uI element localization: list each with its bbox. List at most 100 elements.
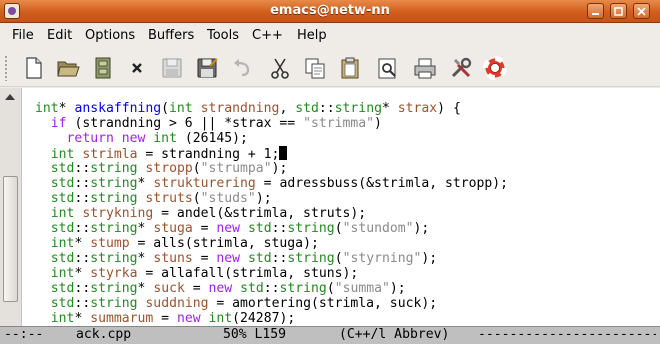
mode-line: --:-- ack.cpp 50% L159 (C++/l Abbrev) --… bbox=[0, 326, 660, 344]
code-token: * bbox=[137, 251, 154, 266]
undo-icon[interactable] bbox=[230, 56, 254, 80]
code-line[interactable]: std::string* suck = new std::string("sum… bbox=[35, 281, 508, 296]
code-token: ( bbox=[192, 161, 201, 176]
menu-options[interactable]: Options bbox=[85, 28, 135, 43]
menu-cpp[interactable]: C++ bbox=[252, 28, 283, 43]
code-token: suddning bbox=[145, 296, 209, 311]
code-token: ( bbox=[161, 101, 170, 116]
code-token: new bbox=[216, 251, 241, 266]
code-token: int bbox=[50, 147, 75, 162]
minimize-button[interactable] bbox=[587, 3, 604, 19]
code-token: std bbox=[50, 296, 75, 311]
code-token: * bbox=[74, 236, 91, 251]
new-file-icon[interactable] bbox=[22, 56, 46, 80]
menu-help[interactable]: Help bbox=[297, 28, 327, 43]
code-token: :: bbox=[318, 101, 335, 116]
editor-area[interactable]: int* anskaffning(int strandning, std::st… bbox=[0, 88, 660, 326]
save-icon[interactable] bbox=[160, 56, 184, 80]
code-token: string bbox=[334, 101, 382, 116]
search-icon[interactable] bbox=[376, 56, 400, 80]
menu-bar: File Edit Options Buffers Tools C++ Help bbox=[0, 24, 660, 48]
code-token: std bbox=[50, 176, 75, 191]
code-token: ( bbox=[326, 281, 335, 296]
scroll-up-arrow-icon[interactable] bbox=[5, 94, 15, 100]
print-icon[interactable] bbox=[413, 56, 437, 80]
emacs-window: emacs@netw-nn File Edit Options Buffers … bbox=[0, 0, 660, 362]
code-line[interactable]: int* anskaffning(int strandning, std::st… bbox=[35, 101, 508, 116]
code-token: = bbox=[192, 221, 217, 236]
menu-tools[interactable]: Tools bbox=[207, 28, 239, 43]
preferences-icon[interactable] bbox=[449, 56, 473, 80]
code-token: :: bbox=[263, 281, 280, 296]
code-token: :: bbox=[74, 161, 91, 176]
modeline-fill: ----------------------------------------… bbox=[478, 327, 656, 342]
code-line[interactable]: int strykning = andel(&strimla, struts); bbox=[35, 206, 508, 221]
code-token: string bbox=[90, 161, 138, 176]
toolbar-grip[interactable] bbox=[4, 55, 8, 81]
code-line[interactable]: int* styrka = allafall(strimla, stuns); bbox=[35, 266, 508, 281]
code-token: = strandning + 1; bbox=[137, 147, 280, 162]
modeline-buffer[interactable]: ack.cpp bbox=[76, 327, 131, 343]
code-token: strukturering bbox=[153, 176, 256, 191]
code-token: :: bbox=[271, 221, 288, 236]
menu-buffers[interactable]: Buffers bbox=[148, 28, 194, 43]
code-line[interactable]: std::string struts("studs"); bbox=[35, 191, 508, 206]
code-token: (24287); bbox=[232, 311, 296, 326]
menu-file[interactable]: File bbox=[12, 28, 34, 43]
code-token: = amortering(strimla, suck); bbox=[208, 296, 438, 311]
code-token: :: bbox=[74, 191, 91, 206]
code-token: ); bbox=[389, 281, 406, 296]
code-token: :: bbox=[74, 221, 91, 236]
code-token: stuga bbox=[153, 221, 193, 236]
close-window-button[interactable] bbox=[633, 3, 650, 19]
close-buffer-icon[interactable] bbox=[125, 56, 149, 80]
code-token: std bbox=[295, 101, 319, 116]
code-token: int bbox=[169, 101, 193, 116]
code-token: new bbox=[208, 281, 233, 296]
code-line[interactable]: std::string suddning = amortering(striml… bbox=[35, 296, 508, 311]
code-token: * bbox=[137, 281, 154, 296]
code-token: string bbox=[90, 191, 138, 206]
code-token: "summa" bbox=[334, 281, 390, 296]
code-token: "studs" bbox=[200, 191, 256, 206]
code-line[interactable]: std::string* strukturering = adressbuss(… bbox=[35, 176, 508, 191]
cabinet-icon[interactable] bbox=[91, 56, 115, 80]
code-token: string bbox=[90, 176, 138, 191]
code-line[interactable]: std::string* stuga = new std::string("st… bbox=[35, 221, 508, 236]
code-line[interactable]: int* summarum = new int(24287); bbox=[35, 311, 508, 326]
code-token: strimla bbox=[82, 147, 138, 162]
code-line[interactable]: int* stump = alls(strimla, stuga); bbox=[35, 236, 508, 251]
code-line[interactable]: if (strandning > 6 || *strax == "strimma… bbox=[35, 116, 508, 131]
save-as-icon[interactable] bbox=[195, 56, 219, 80]
minibuffer[interactable] bbox=[0, 344, 660, 362]
copy-icon[interactable] bbox=[303, 56, 327, 80]
code-token: ); bbox=[271, 161, 288, 176]
code-text[interactable]: int* anskaffning(int strandning, std::st… bbox=[35, 101, 508, 326]
menu-edit[interactable]: Edit bbox=[47, 28, 72, 43]
code-token: string bbox=[90, 281, 138, 296]
maximize-button[interactable] bbox=[610, 3, 627, 19]
code-token: = bbox=[192, 251, 217, 266]
code-token: std bbox=[247, 251, 272, 266]
code-token: int bbox=[208, 311, 233, 326]
paste-icon[interactable] bbox=[338, 56, 362, 80]
scroll-thumb[interactable] bbox=[3, 176, 18, 302]
modeline-mode[interactable]: (C++/l Abbrev) bbox=[339, 327, 449, 343]
help-icon[interactable] bbox=[483, 56, 507, 80]
code-token: stropp bbox=[145, 161, 193, 176]
code-line[interactable]: std::string stropp("strumpa"); bbox=[35, 161, 508, 176]
code-token: if bbox=[50, 116, 67, 131]
code-token: string bbox=[287, 221, 335, 236]
code-line[interactable]: std::string* stuns = new std::string("st… bbox=[35, 251, 508, 266]
open-folder-icon[interactable] bbox=[56, 56, 80, 80]
vertical-scrollbar[interactable] bbox=[0, 88, 22, 326]
cut-icon[interactable] bbox=[268, 56, 292, 80]
code-line[interactable]: return new int (26145); bbox=[35, 131, 508, 146]
code-line[interactable]: int strimla = strandning + 1; bbox=[35, 146, 508, 162]
title-bar[interactable]: emacs@netw-nn bbox=[0, 0, 660, 23]
